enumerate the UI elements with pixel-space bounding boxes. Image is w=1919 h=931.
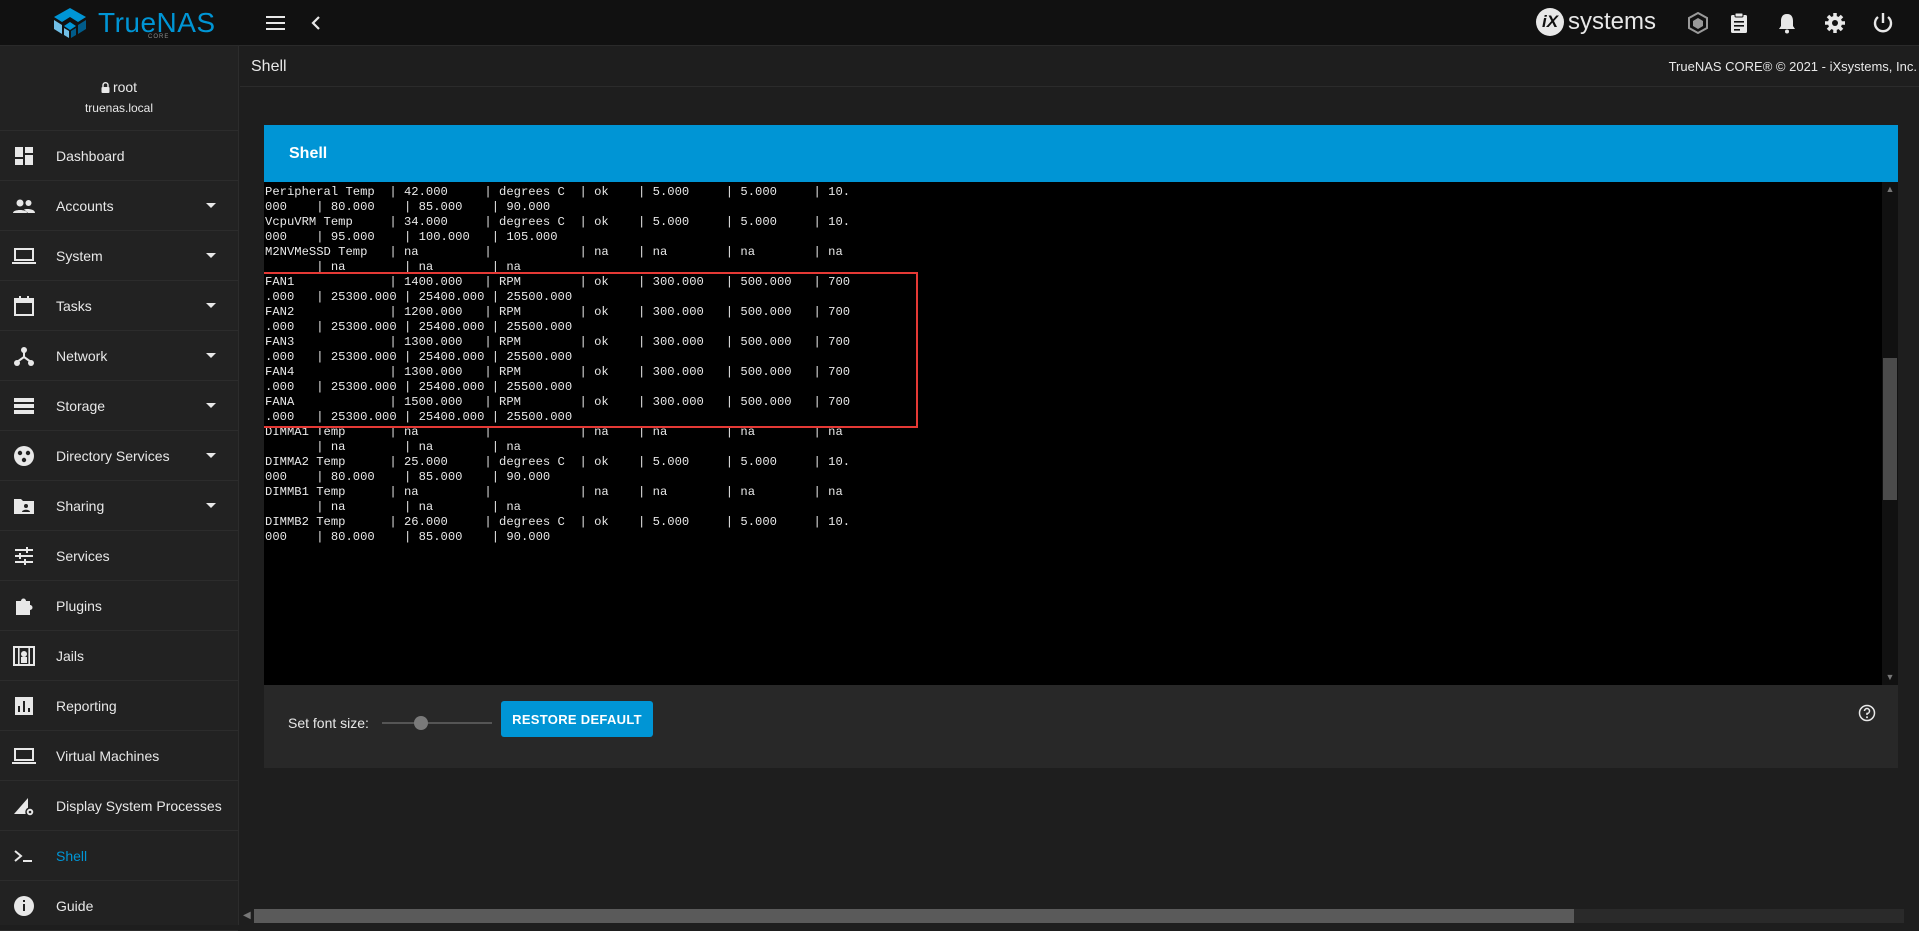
network-icon bbox=[12, 344, 36, 368]
calendar-icon bbox=[12, 294, 36, 318]
sidebar-item-label: Reporting bbox=[56, 697, 117, 714]
user-panel: root truenas.local bbox=[0, 46, 238, 131]
shell-card: Shell Peripheral Temp | 42.000 | degrees… bbox=[264, 125, 1898, 768]
sidebar-item-dashboard[interactable]: Dashboard bbox=[0, 131, 238, 181]
chevron-down-icon bbox=[206, 503, 216, 508]
sidebar-item-services[interactable]: Services bbox=[0, 531, 238, 581]
sidebar-item-reporting[interactable]: Reporting bbox=[0, 681, 238, 731]
ixsystems-logo[interactable]: iX systems bbox=[1536, 8, 1656, 36]
sidebar-item-label: Virtual Machines bbox=[56, 747, 160, 764]
sidebar-item-display-system-processes[interactable]: Display System Processes bbox=[0, 781, 238, 831]
page-title: Shell bbox=[251, 58, 287, 75]
scroll-left-icon[interactable]: ◀ bbox=[243, 910, 251, 921]
vendor-name: systems bbox=[1568, 8, 1657, 35]
sidebar-item-label: Display System Processes bbox=[56, 797, 222, 814]
truenas-logo[interactable]: TrueNAS CORE bbox=[50, 6, 216, 40]
terminal[interactable]: Peripheral Temp | 42.000 | degrees C | o… bbox=[264, 182, 1898, 685]
shell-controls: Set font size: RESTORE DEFAULT bbox=[264, 685, 1898, 768]
scrollbar-thumb[interactable] bbox=[254, 909, 1574, 923]
page-horizontal-scrollbar[interactable]: ◀ bbox=[240, 907, 1919, 925]
brand-sub: CORE bbox=[148, 34, 170, 40]
sidebar-item-directory-services[interactable]: Directory Services bbox=[0, 431, 238, 481]
laptop-icon bbox=[12, 744, 36, 768]
sidebar-item-plugins[interactable]: Plugins bbox=[0, 581, 238, 631]
username: root bbox=[112, 79, 138, 95]
processes-icon bbox=[12, 794, 36, 818]
puzzle-icon bbox=[12, 594, 36, 618]
hostname: truenas.local bbox=[84, 101, 154, 115]
font-size-slider[interactable] bbox=[382, 716, 492, 730]
sidebar-item-storage[interactable]: Storage bbox=[0, 381, 238, 431]
help-icon[interactable] bbox=[1858, 704, 1876, 722]
sidebar-item-label: Tasks bbox=[56, 297, 92, 314]
sidebar-item-label: Shell bbox=[56, 847, 88, 864]
chevron-down-icon bbox=[206, 353, 216, 358]
chevron-down-icon bbox=[206, 203, 216, 208]
sidebar-item-tasks[interactable]: Tasks bbox=[0, 281, 238, 331]
shell-card-title: Shell bbox=[289, 145, 328, 162]
font-size-slider-thumb[interactable] bbox=[413, 716, 428, 730]
sidebar-item-label: Network bbox=[56, 347, 108, 364]
jail-icon bbox=[12, 644, 36, 668]
top-toolbar: TrueNAS CORE iX systems bbox=[0, 0, 1919, 46]
sidebar-item-label: Storage bbox=[56, 397, 106, 414]
power-icon[interactable] bbox=[1871, 11, 1895, 35]
laptop-icon bbox=[12, 244, 36, 268]
scroll-up-icon[interactable]: ▲ bbox=[1885, 184, 1895, 194]
sidebar-item-virtual-machines[interactable]: Virtual Machines bbox=[0, 731, 238, 781]
sidebar-item-sharing[interactable]: Sharing bbox=[0, 481, 238, 531]
scroll-down-icon[interactable]: ▼ bbox=[1885, 672, 1895, 682]
ix-mark: iX bbox=[1536, 8, 1564, 36]
sidebar-item-jails[interactable]: Jails bbox=[0, 631, 238, 681]
sidebar-item-label: Guide bbox=[56, 897, 94, 914]
clipboard-icon[interactable] bbox=[1727, 11, 1751, 35]
terminal-scrollbar[interactable]: ▲ ▼ bbox=[1882, 182, 1898, 685]
sidebar-item-label: Sharing bbox=[56, 497, 105, 514]
sidebar-item-label: Services bbox=[56, 547, 110, 564]
truecommand-icon[interactable] bbox=[1686, 11, 1710, 35]
terminal-icon bbox=[12, 844, 36, 868]
folder-share-icon bbox=[12, 494, 36, 518]
copyright-text: TrueNAS CORE® © 2021 - iXsystems, Inc. bbox=[1668, 59, 1917, 74]
sidebar: root truenas.local Dashboard Accounts Sy… bbox=[0, 46, 239, 931]
chart-icon bbox=[12, 694, 36, 718]
dashboard-icon bbox=[12, 144, 36, 168]
back-chevron-icon[interactable] bbox=[304, 11, 328, 35]
sidebar-item-label: Jails bbox=[56, 647, 85, 664]
font-size-label: Set font size: bbox=[288, 715, 369, 731]
directory-icon bbox=[12, 444, 36, 468]
truenas-logo-icon bbox=[54, 8, 86, 38]
shell-card-header: Shell bbox=[264, 125, 1898, 182]
sidebar-item-guide[interactable]: Guide bbox=[0, 881, 238, 931]
gear-icon[interactable] bbox=[1823, 11, 1847, 35]
page-header: Shell TrueNAS CORE® © 2021 - iXsystems, … bbox=[240, 47, 1919, 87]
info-icon bbox=[12, 894, 36, 918]
restore-default-button[interactable]: RESTORE DEFAULT bbox=[501, 701, 653, 737]
sidebar-item-label: Dashboard bbox=[56, 147, 125, 164]
sidebar-item-label: Plugins bbox=[56, 597, 102, 614]
bell-icon[interactable] bbox=[1775, 11, 1799, 35]
sidebar-item-label: System bbox=[56, 247, 103, 264]
sidebar-item-system[interactable]: System bbox=[0, 231, 238, 281]
menu-icon[interactable] bbox=[264, 11, 288, 35]
sidebar-item-accounts[interactable]: Accounts bbox=[0, 181, 238, 231]
sliders-icon bbox=[12, 544, 36, 568]
username-row: root bbox=[0, 79, 238, 96]
chevron-down-icon bbox=[206, 453, 216, 458]
storage-icon bbox=[12, 394, 36, 418]
accounts-icon bbox=[12, 194, 36, 218]
sidebar-item-shell[interactable]: Shell bbox=[0, 831, 238, 881]
sidebar-item-label: Directory Services bbox=[56, 447, 170, 464]
fan-rows-highlight-box bbox=[264, 272, 918, 428]
scrollbar-thumb[interactable] bbox=[1883, 358, 1897, 500]
chevron-down-icon bbox=[206, 253, 216, 258]
sidebar-item-network[interactable]: Network bbox=[0, 331, 238, 381]
sidebar-item-label: Accounts bbox=[56, 197, 114, 214]
chevron-down-icon bbox=[206, 403, 216, 408]
lock-icon bbox=[101, 80, 110, 96]
chevron-down-icon bbox=[206, 303, 216, 308]
